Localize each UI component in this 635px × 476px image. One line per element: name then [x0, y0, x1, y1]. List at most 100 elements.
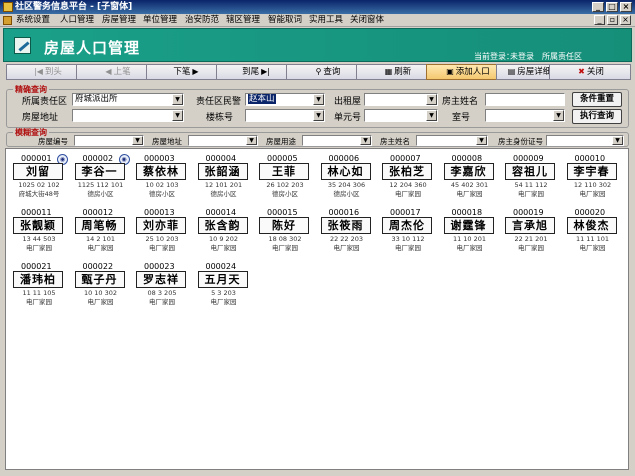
person-card[interactable]: 000008 李嘉欣 45 402 301 电厂家园	[443, 154, 498, 202]
person-card[interactable]: 000002 ◉ 李谷一 1125 112 101 德房小区	[74, 154, 130, 202]
menu-housing[interactable]: 房屋管理	[102, 15, 136, 26]
rent-field-label: 出租屋	[334, 97, 362, 107]
child-restore-button[interactable]: ▫	[607, 15, 618, 25]
person-card[interactable]: 000009 容祖儿 54 11 112 电厂家园	[505, 154, 559, 202]
login-user: 未登录	[510, 52, 534, 61]
card-name[interactable]: 李嘉欣	[443, 163, 494, 180]
unit-select[interactable]: ▼	[364, 109, 438, 122]
person-card[interactable]: 000012 周笔畅 14 2 101 电厂家园	[74, 208, 129, 256]
person-card[interactable]: 000003 蔡依林 10 02 103 德房小区	[136, 154, 190, 202]
execute-query-button[interactable]: 执行查询	[572, 109, 622, 124]
card-name[interactable]: 周杰伦	[382, 217, 432, 234]
card-address: 电厂家园	[333, 244, 360, 252]
owner-name-input[interactable]	[485, 93, 565, 106]
card-name[interactable]: 甄子丹	[74, 271, 125, 288]
chevron-down-icon: ▼	[132, 136, 143, 145]
card-id: 000022	[82, 262, 114, 271]
card-name[interactable]: 陈好	[259, 217, 309, 234]
building-select[interactable]: ▼	[245, 109, 325, 122]
person-card[interactable]: 000007 张柏芝 12 204 360 电厂家园	[382, 154, 436, 202]
menu-smart-word[interactable]: 智能取词	[268, 15, 302, 26]
child-close-button[interactable]: ×	[620, 15, 631, 25]
card-name[interactable]: 林心如	[320, 163, 371, 180]
person-card[interactable]: 000004 张韶涵 12 101 201 德房小区	[197, 154, 252, 202]
card-name[interactable]: 王菲	[259, 163, 309, 180]
address-select[interactable]: ▼	[72, 109, 184, 122]
card-name[interactable]: 潘玮柏	[13, 271, 63, 288]
menu-population[interactable]: 人口管理	[60, 15, 94, 26]
card-name[interactable]: 刘留	[13, 163, 63, 180]
person-card[interactable]: 000010 李宇春 12 110 302 电厂家园	[566, 154, 621, 202]
person-card[interactable]: 000020 林俊杰 11 11 101 电厂家园	[566, 208, 621, 256]
person-card[interactable]: 000023 罗志祥 08 3 205 电厂家园	[136, 262, 190, 310]
card-id: 000012	[82, 208, 114, 217]
card-name[interactable]: 张靓颖	[13, 217, 63, 234]
officer-select[interactable]: 赵本山 ▼	[245, 93, 325, 106]
card-name[interactable]: 谢霆锋	[443, 217, 494, 234]
card-name[interactable]: 张韶涵	[197, 163, 248, 180]
card-name[interactable]: 林俊杰	[566, 217, 617, 234]
chevron-down-icon: ▼	[476, 136, 487, 145]
house-detail-icon: ▤	[507, 67, 516, 76]
area-field-label: 所属责任区	[22, 97, 68, 107]
person-card[interactable]: 000018 谢霆锋 11 10 201 电厂家园	[443, 208, 498, 256]
last-icon: ▶|	[261, 67, 270, 76]
login-label: 当前登录：	[474, 52, 514, 61]
child-minimize-button[interactable]: _	[594, 15, 605, 25]
fuzzy-address-select[interactable]: ▼	[188, 135, 258, 146]
card-name[interactable]: 五月天	[197, 271, 248, 288]
menu-unit[interactable]: 单位管理	[143, 15, 177, 26]
person-card[interactable]: 000024 五月天 5 3 203 电厂家园	[197, 262, 252, 310]
person-card[interactable]: 000021 潘玮柏 11 11 105 电厂家园	[13, 262, 67, 310]
menu-close-form[interactable]: 关闭窗体	[350, 15, 384, 26]
person-card[interactable]: 000014 张含韵 10 9 202 电厂家园	[197, 208, 252, 256]
area-select[interactable]: 府城派出所 ▼	[72, 93, 184, 106]
toolbar: |◀ 到头 ◀ 上笔 下笔 ▶ 到尾 ▶| ⚲ 查询 ▦ 刷新 ▣ 添加人口 ▤ 房屋详细信息 …	[4, 64, 631, 81]
card-address: 德房小区	[149, 190, 175, 198]
close-button[interactable]: ✖ 关闭	[549, 64, 631, 80]
person-card[interactable]: 000016 张筱雨 22 22 203 电厂家园	[320, 208, 375, 256]
menu-tools[interactable]: 实用工具	[309, 15, 343, 26]
person-card[interactable]: 000022 甄子丹 10 10 302 电厂家园	[74, 262, 129, 310]
card-name[interactable]: 周笔畅	[74, 217, 125, 234]
first-icon: |◀	[34, 67, 43, 76]
owner-id-select[interactable]: ▼	[546, 135, 624, 146]
card-name[interactable]: 张含韵	[197, 217, 248, 234]
card-name[interactable]: 李谷一	[74, 163, 125, 180]
menu-security[interactable]: 治安防范	[185, 15, 219, 26]
card-name[interactable]: 张柏芝	[382, 163, 432, 180]
fuzzy-owner-select[interactable]: ▼	[416, 135, 488, 146]
minimize-button[interactable]: _	[592, 2, 604, 12]
maximize-button[interactable]: □	[606, 2, 618, 12]
close-window-button[interactable]: ×	[620, 2, 632, 12]
card-name[interactable]: 刘亦菲	[136, 217, 186, 234]
person-card[interactable]: 000015 陈好 18 08 302 电厂家园	[259, 208, 313, 256]
person-card[interactable]: 000019 言承旭 22 21 201 电厂家园	[505, 208, 559, 256]
rent-select[interactable]: ▼	[364, 93, 438, 106]
menu-jurisdiction[interactable]: 辖区管理	[226, 15, 260, 26]
person-card[interactable]: 000011 张靓颖 13 44 503 电厂家园	[13, 208, 67, 256]
owner-field-label: 房主姓名	[442, 97, 479, 107]
house-no-select[interactable]: ▼	[74, 135, 144, 146]
card-name[interactable]: 罗志祥	[136, 271, 186, 288]
room-select[interactable]: ▼	[485, 109, 565, 122]
menu-system-settings[interactable]: 系统设置	[16, 15, 50, 26]
first-label: 到头	[44, 67, 62, 77]
card-name[interactable]: 蔡依林	[136, 163, 186, 180]
card-id: 000019	[513, 208, 544, 217]
person-card[interactable]: 000005 王菲 26 102 203 德房小区	[259, 154, 313, 202]
usage-select[interactable]: ▼	[302, 135, 372, 146]
card-name[interactable]: 李宇春	[566, 163, 617, 180]
menu-app-icon	[3, 16, 12, 25]
person-card[interactable]: 000001 ◉ 刘留 1025 02 102 府城大街48号	[13, 154, 68, 202]
card-name[interactable]: 张筱雨	[320, 217, 371, 234]
person-card[interactable]: 000017 周杰伦 33 10 112 电厂家园	[382, 208, 436, 256]
card-name[interactable]: 容祖儿	[505, 163, 555, 180]
window-title: 社区警务信息平台 - [子窗体]	[15, 2, 133, 12]
person-card[interactable]: 000013 刘亦菲 25 10 203 电厂家园	[136, 208, 190, 256]
card-id: 000003	[144, 154, 175, 163]
area-label: 所属责任区	[542, 52, 582, 61]
card-name[interactable]: 言承旭	[505, 217, 555, 234]
reset-conditions-button[interactable]: 条件重置	[572, 92, 622, 107]
person-card[interactable]: 000006 林心如 35 204 306 德房小区	[320, 154, 375, 202]
